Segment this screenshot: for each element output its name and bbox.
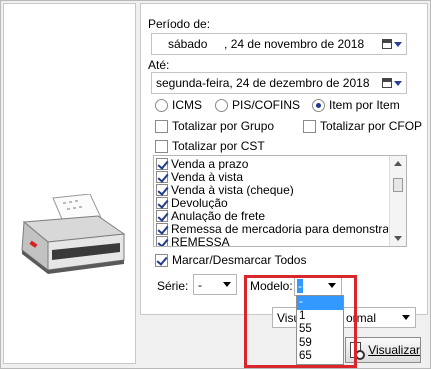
scroll-up-icon[interactable]: [394, 161, 402, 166]
list-item-label: Venda a prazo: [171, 157, 249, 170]
checkbox-marcar-todos[interactable]: Marcar/Desmarcar Todos: [155, 253, 306, 267]
visualizar-button-label: Visualizar: [368, 343, 420, 357]
checkbox-totalizar-cst[interactable]: Totalizar por CST: [155, 139, 265, 153]
radio-item-por-item[interactable]: Item por Item: [312, 98, 400, 112]
checkbox-checked[interactable]: [156, 209, 168, 222]
visualizacao-dropdown-button[interactable]: [398, 309, 414, 326]
radio-icms-label: ICMS: [172, 98, 202, 112]
checkbox-checked[interactable]: [156, 170, 168, 183]
checkbox-box[interactable]: [303, 119, 316, 133]
checkbox-checked[interactable]: [155, 253, 168, 267]
list-item-label: Venda à vista (cheque): [171, 183, 294, 196]
serie-select[interactable]: -: [193, 274, 237, 295]
checkbox-box[interactable]: [155, 139, 168, 153]
list-item[interactable]: Venda à vista: [156, 170, 388, 183]
list-item-label: REMESSA: [171, 235, 230, 247]
left-panel: [3, 3, 136, 364]
periodo-date-value: sábado , 24 de novembro de 2018: [168, 37, 365, 51]
ate-calendar-button[interactable]: [380, 75, 404, 91]
scroll-down-icon[interactable]: [394, 236, 402, 241]
list-item-label: Anulação de frete: [171, 209, 266, 222]
checkbox-checked[interactable]: [156, 196, 168, 209]
serie-label: Série:: [157, 279, 189, 293]
chevron-down-icon: [394, 80, 402, 86]
serie-value: -: [198, 277, 202, 292]
checkbox-totalizar-cfop[interactable]: Totalizar por CFOP: [303, 119, 422, 133]
list-item-label: Venda à vista: [171, 170, 244, 183]
checkbox-checked[interactable]: [156, 157, 168, 170]
list-scrollbar[interactable]: [389, 156, 406, 246]
operation-checklist[interactable]: Venda a prazo Venda à vista Venda à vist…: [153, 155, 407, 247]
ate-date-picker[interactable]: segunda-feira, 24 de dezembro de 2018: [151, 72, 407, 94]
calendar-icon: [382, 39, 392, 49]
calendar-icon: [382, 78, 392, 88]
radio-circle[interactable]: [155, 98, 168, 112]
list-item[interactable]: Venda à vista (cheque): [156, 183, 388, 196]
ate-date-value: segunda-feira, 24 de dezembro de 2018: [156, 76, 370, 90]
periodo-calendar-button[interactable]: [380, 36, 404, 52]
checkbox-totalizar-grupo[interactable]: Totalizar por Grupo: [155, 119, 274, 133]
scroll-thumb[interactable]: [393, 178, 403, 192]
list-item[interactable]: Venda a prazo: [156, 157, 388, 170]
printer-icon: [21, 194, 126, 274]
list-item[interactable]: Devolução: [156, 196, 388, 209]
highlight-box: [244, 275, 357, 368]
totalizar-grupo-label: Totalizar por Grupo: [172, 119, 275, 133]
checkbox-checked[interactable]: [156, 235, 168, 246]
serie-dropdown-button[interactable]: [219, 276, 235, 293]
checkbox-checked[interactable]: [156, 222, 168, 235]
radio-circle-selected[interactable]: [312, 98, 325, 112]
radio-pis-cofins[interactable]: PIS/COFINS: [215, 98, 300, 112]
list-item[interactable]: Remessa de mercadoria para demonstração: [156, 222, 388, 235]
list-item-label: Devolução: [171, 196, 228, 209]
totalizar-cst-label: Totalizar por CST: [172, 139, 265, 153]
chevron-down-icon: [402, 315, 410, 320]
marcar-todos-label: Marcar/Desmarcar Todos: [172, 253, 307, 267]
periodo-label: Período de:: [148, 17, 211, 31]
totalizar-cfop-label: Totalizar por CFOP: [320, 119, 423, 133]
radio-item-por-item-label: Item por Item: [329, 98, 400, 112]
list-item[interactable]: Anulação de frete: [156, 209, 388, 222]
chevron-down-icon: [223, 282, 231, 287]
list-item[interactable]: REMESSA: [156, 235, 388, 247]
periodo-date-picker[interactable]: sábado , 24 de novembro de 2018: [151, 33, 407, 55]
chevron-down-icon: [394, 41, 402, 47]
radio-circle[interactable]: [215, 98, 228, 112]
radio-pis-cofins-label: PIS/COFINS: [232, 98, 301, 112]
checkbox-checked[interactable]: [156, 183, 168, 196]
ate-label: Até:: [148, 58, 170, 72]
radio-icms[interactable]: ICMS: [155, 98, 202, 112]
list-item-label: Remessa de mercadoria para demonstração: [171, 222, 388, 235]
checkbox-box[interactable]: [155, 119, 168, 133]
